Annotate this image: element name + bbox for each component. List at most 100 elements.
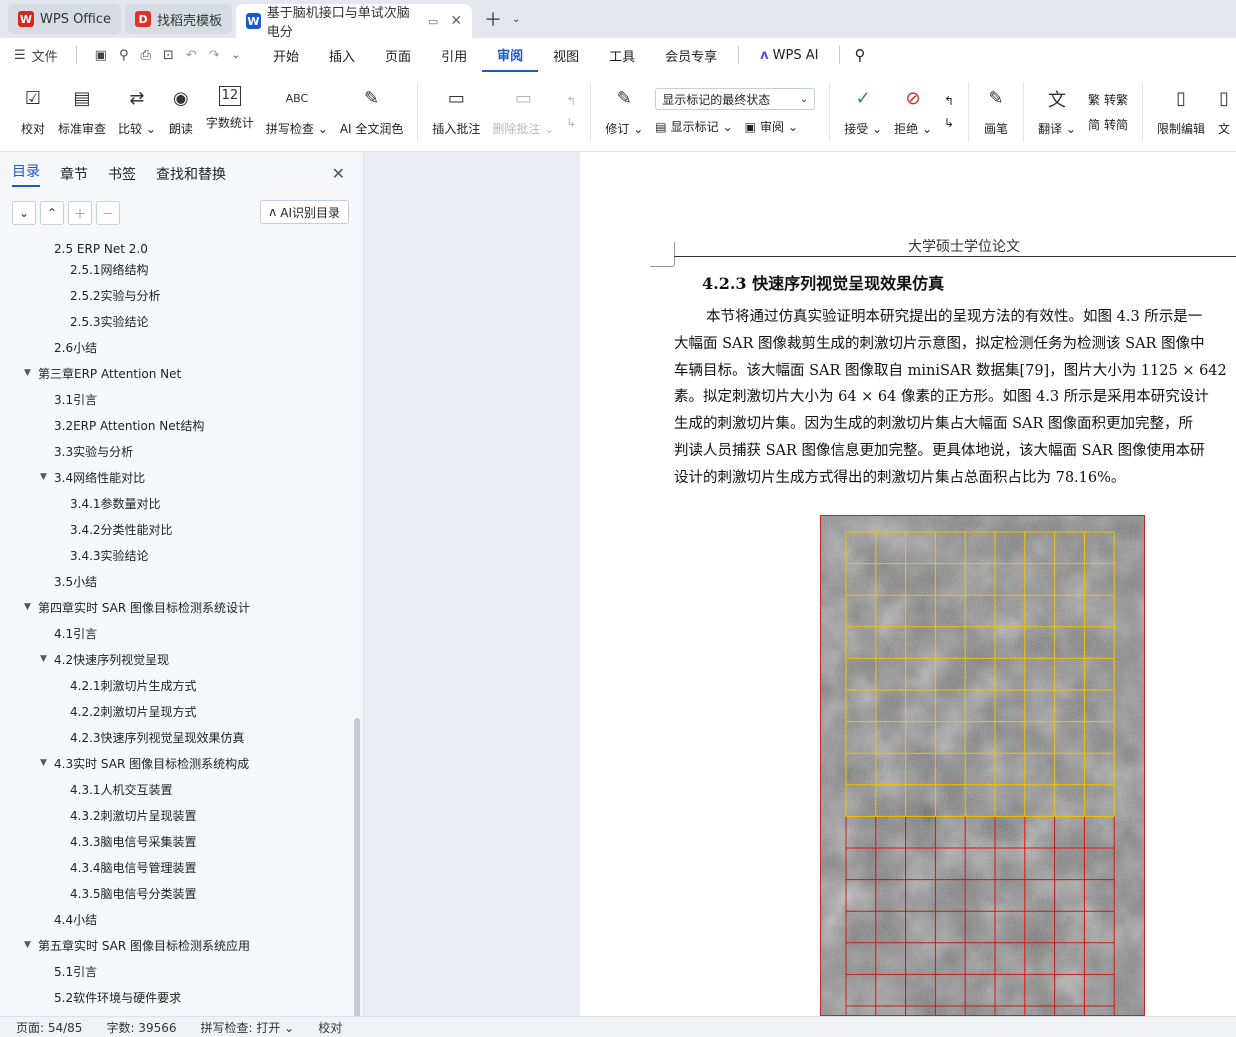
- close-panel-icon[interactable]: ✕: [332, 164, 345, 183]
- print-preview-icon[interactable]: ⊡: [163, 48, 174, 63]
- sar-figure[interactable]: [820, 515, 1145, 1016]
- menu-insert[interactable]: 插入: [314, 38, 370, 72]
- track-changes-button[interactable]: ✎ 修订 ⌄: [605, 80, 643, 144]
- toc-item[interactable]: 4.2.2刺激切片呈现方式: [0, 698, 352, 724]
- toc-item[interactable]: 2.5.1网络结构: [0, 256, 352, 282]
- review-pane-button[interactable]: ▣ 审阅 ⌄: [745, 118, 798, 135]
- new-tab-icon[interactable]: ＋: [484, 6, 502, 32]
- accept-button[interactable]: ✓ 接受 ⌄: [844, 80, 882, 144]
- show-markup-button[interactable]: ▤ 显示标记 ⌄: [655, 118, 732, 135]
- print-icon[interactable]: ⎙: [141, 48, 151, 63]
- toc-item[interactable]: 4.3.3脑电信号采集装置: [0, 828, 352, 854]
- toc-item[interactable]: ▼ 第五章实时 SAR 图像目标检测系统应用: [0, 932, 352, 958]
- toc-item[interactable]: 5.2软件环境与硬件要求: [0, 984, 352, 1010]
- toc-item[interactable]: 3.2ERP Attention Net结构: [0, 412, 352, 438]
- restrict-edit-button[interactable]: ▯ 限制编辑: [1157, 80, 1205, 144]
- chevron-down-icon[interactable]: ⌄: [232, 50, 240, 61]
- delete-comment-button[interactable]: ▭ 删除批注 ⌄: [492, 80, 554, 144]
- hamburger-icon[interactable]: ☰: [14, 48, 26, 63]
- expand-arrow-icon[interactable]: ▼: [40, 654, 54, 664]
- reject-button[interactable]: ⊘ 拒绝 ⌄: [894, 80, 932, 144]
- previous-comment-icon[interactable]: ↰: [566, 94, 576, 108]
- toc-item[interactable]: 2.6小结: [0, 334, 352, 360]
- tab-wps-office[interactable]: W WPS Office: [8, 4, 122, 34]
- toc-item[interactable]: 2.5 ERP Net 2.0: [0, 242, 352, 256]
- toc-item[interactable]: 4.3.2刺激切片呈现装置: [0, 802, 352, 828]
- toc-item[interactable]: 3.1引言: [0, 386, 352, 412]
- tab-toc[interactable]: 目录: [12, 161, 40, 187]
- toc-item[interactable]: ▼ 4.3实时 SAR 图像目标检测系统构成: [0, 750, 352, 776]
- toc-item[interactable]: ▼ 4.2快速序列视觉呈现: [0, 646, 352, 672]
- toc-item[interactable]: 2.5.3实验结论: [0, 308, 352, 334]
- word-count-button[interactable]: 12 字数统计: [206, 80, 254, 144]
- expand-down-icon[interactable]: ⌄: [12, 201, 36, 225]
- undo-icon[interactable]: ↶: [186, 48, 197, 63]
- expand-arrow-icon[interactable]: ▼: [40, 472, 54, 482]
- menu-member[interactable]: 会员专享: [650, 38, 732, 72]
- next-comment-icon[interactable]: ↳: [566, 116, 576, 130]
- expand-arrow-icon[interactable]: ▼: [40, 758, 54, 768]
- expand-arrow-icon[interactable]: ▼: [24, 368, 38, 378]
- menu-page[interactable]: 页面: [370, 38, 426, 72]
- tab-find-replace[interactable]: 查找和替换: [156, 164, 226, 184]
- document-more-button[interactable]: ▯ 文: [1217, 80, 1231, 144]
- tab-chapters[interactable]: 章节: [60, 164, 88, 184]
- redo-icon[interactable]: ↷: [209, 48, 220, 63]
- tab-bookmarks[interactable]: 书签: [108, 164, 136, 184]
- document-page[interactable]: 大学硕士学位论文 4.2.3 快速序列视觉呈现效果仿真 本节将通过仿真实验证明本…: [580, 152, 1236, 1016]
- proofread-button[interactable]: ☑ 校对: [20, 80, 46, 144]
- spell-check-button[interactable]: ABC 拼写检查 ⌄: [266, 80, 328, 144]
- word-count-indicator[interactable]: 字数: 39566: [106, 1019, 176, 1036]
- toc-item[interactable]: 5.1引言: [0, 958, 352, 984]
- menu-reference[interactable]: 引用: [426, 38, 482, 72]
- expand-arrow-icon[interactable]: ▼: [24, 940, 38, 950]
- toc-item[interactable]: 4.3.4脑电信号管理装置: [0, 854, 352, 880]
- toc-item[interactable]: 4.1引言: [0, 620, 352, 646]
- save-icon[interactable]: ▣: [95, 48, 107, 63]
- toc-item[interactable]: 4.4小结: [0, 906, 352, 932]
- ai-polish-button[interactable]: ✎ AI 全文润色: [340, 80, 404, 144]
- menu-review[interactable]: 审阅: [482, 38, 539, 72]
- markup-state-dropdown[interactable]: 显示标记的最终状态 ⌄: [655, 88, 816, 110]
- next-revision-icon[interactable]: ↳: [944, 116, 954, 130]
- toc-item[interactable]: 4.3.5脑电信号分类装置: [0, 880, 352, 906]
- chevron-down-icon[interactable]: ⌄: [512, 14, 520, 25]
- translate-button[interactable]: 文翻译 ⌄: [1038, 80, 1076, 144]
- search-icon[interactable]: ⚲: [854, 46, 865, 64]
- menu-view[interactable]: 视图: [538, 38, 594, 72]
- menu-wps-ai[interactable]: ᴧ WPS AI: [745, 38, 833, 72]
- toc-item[interactable]: 3.4.3实验结论: [0, 542, 352, 568]
- compare-button[interactable]: ⇄ 比较 ⌄: [118, 80, 156, 144]
- toc-item[interactable]: 3.4.1参数量对比: [0, 490, 352, 516]
- insert-comment-button[interactable]: ▭ 插入批注: [432, 80, 480, 144]
- toc-item[interactable]: 2.5.2实验与分析: [0, 282, 352, 308]
- toc-item[interactable]: 3.5小结: [0, 568, 352, 594]
- menu-tools[interactable]: 工具: [594, 38, 650, 72]
- to-traditional-button[interactable]: 繁转繁: [1088, 91, 1128, 108]
- previous-revision-icon[interactable]: ↰: [944, 94, 954, 108]
- to-simplified-button[interactable]: 简转简: [1088, 116, 1128, 133]
- toc-item[interactable]: ▼ 第四章实时 SAR 图像目标检测系统设计: [0, 594, 352, 620]
- toc-item[interactable]: ▼ 第三章ERP Attention Net: [0, 360, 352, 386]
- collapse-up-icon[interactable]: ⌃: [40, 201, 64, 225]
- toc-item[interactable]: ▼ 3.4网络性能对比: [0, 464, 352, 490]
- toc-item[interactable]: 4.2.1刺激切片生成方式: [0, 672, 352, 698]
- file-menu[interactable]: 文件: [32, 46, 58, 65]
- close-tab-icon[interactable]: ✕: [450, 13, 462, 29]
- monitor-icon[interactable]: ▭: [428, 15, 438, 28]
- toc-item[interactable]: 4.2.3快速序列视觉呈现效果仿真: [0, 724, 352, 750]
- ink-button[interactable]: ✎ 画笔: [983, 80, 1009, 144]
- tab-docer-templates[interactable]: D 找稻壳模板: [125, 4, 233, 34]
- expand-arrow-icon[interactable]: ▼: [24, 602, 38, 612]
- menu-start[interactable]: 开始: [258, 38, 314, 72]
- share-icon[interactable]: ⚲: [119, 48, 129, 63]
- toc-item[interactable]: 3.4.2分类性能对比: [0, 516, 352, 542]
- standard-review-button[interactable]: ▤ 标准审查: [58, 80, 106, 144]
- ai-toc-button[interactable]: ᴧ AI识别目录: [260, 200, 349, 224]
- page-indicator[interactable]: 页面: 54/85: [16, 1019, 82, 1036]
- proofread-indicator[interactable]: 校对: [318, 1019, 342, 1036]
- read-aloud-button[interactable]: ◉ 朗读: [168, 80, 194, 144]
- toc-item[interactable]: 3.3实验与分析: [0, 438, 352, 464]
- add-heading-icon[interactable]: ＋: [68, 201, 92, 225]
- toc-item[interactable]: 4.3.1人机交互装置: [0, 776, 352, 802]
